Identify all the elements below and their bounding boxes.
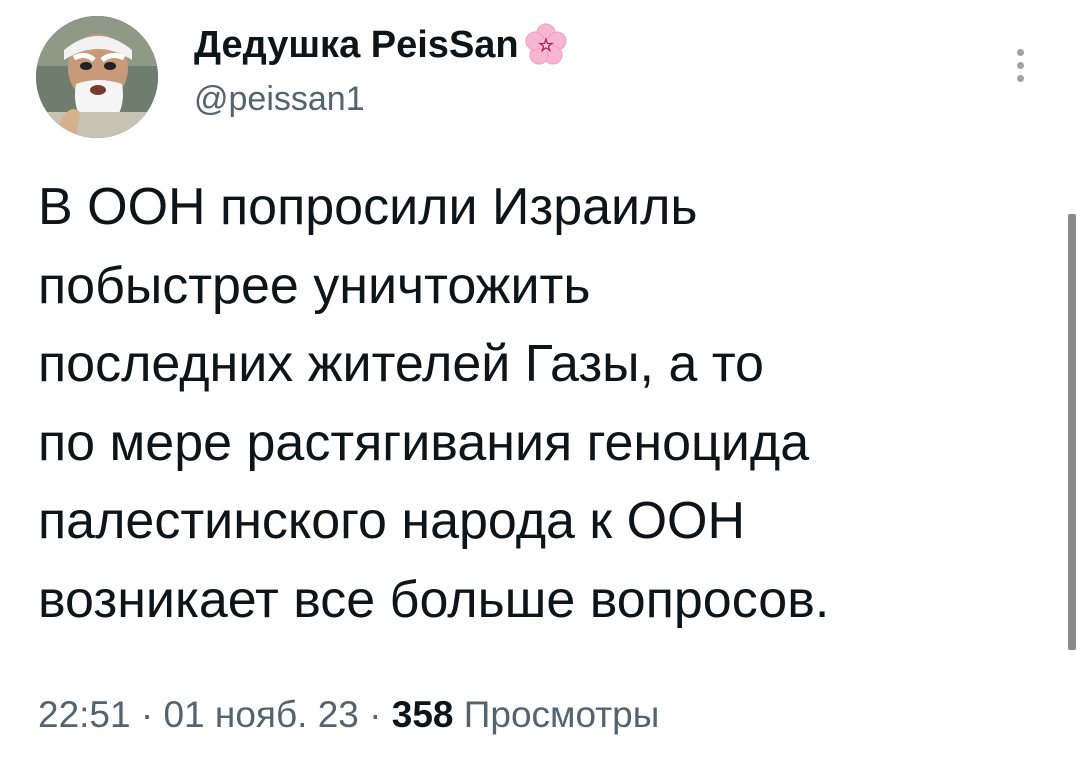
more-vertical-icon [1016, 48, 1024, 56]
more-vertical-icon [1016, 61, 1024, 69]
views-count[interactable]: 358 [392, 694, 454, 735]
display-name[interactable]: Дедушка PeisSan [194, 22, 569, 68]
meta-separator: · [358, 694, 392, 735]
cherry-blossom-icon [523, 22, 569, 68]
user-handle[interactable]: @peissan1 [194, 78, 365, 120]
tweet-time[interactable]: 22:51 [38, 694, 131, 735]
tweet-text-line: последних жителей Газы, а то [38, 335, 764, 394]
avatar[interactable] [36, 16, 158, 138]
meta-separator: · [130, 694, 164, 735]
views-label[interactable]: Просмотры [464, 694, 660, 735]
tweet-text-line: возникает все больше вопросов. [38, 570, 830, 629]
tweet-text-line: по мере растягивания геноцида [38, 413, 810, 472]
scrollbar[interactable] [1068, 214, 1076, 650]
more-options-button[interactable] [1005, 40, 1035, 90]
avatar-old-man-icon [36, 16, 158, 138]
tweet-meta: 22:51 · 01 нояб. 23 · 358 Просмотры [38, 690, 659, 740]
tweet-text-line: палестинского народа к ООН [38, 492, 746, 551]
tweet-text: В ООН попросили Израиль побыстрее уничто… [38, 168, 1048, 640]
display-name-text: Дедушка PeisSan [194, 24, 519, 66]
tweet-text-line: побыстрее уничтожить [38, 256, 591, 315]
tweet-text-line: В ООН попросили Израиль [38, 178, 698, 236]
tweet-date[interactable]: 01 нояб. 23 [163, 694, 358, 735]
more-vertical-icon [1016, 74, 1024, 82]
tweet-card: Дедушка PeisSan @peissan1 В ООН попросил… [0, 0, 1080, 775]
